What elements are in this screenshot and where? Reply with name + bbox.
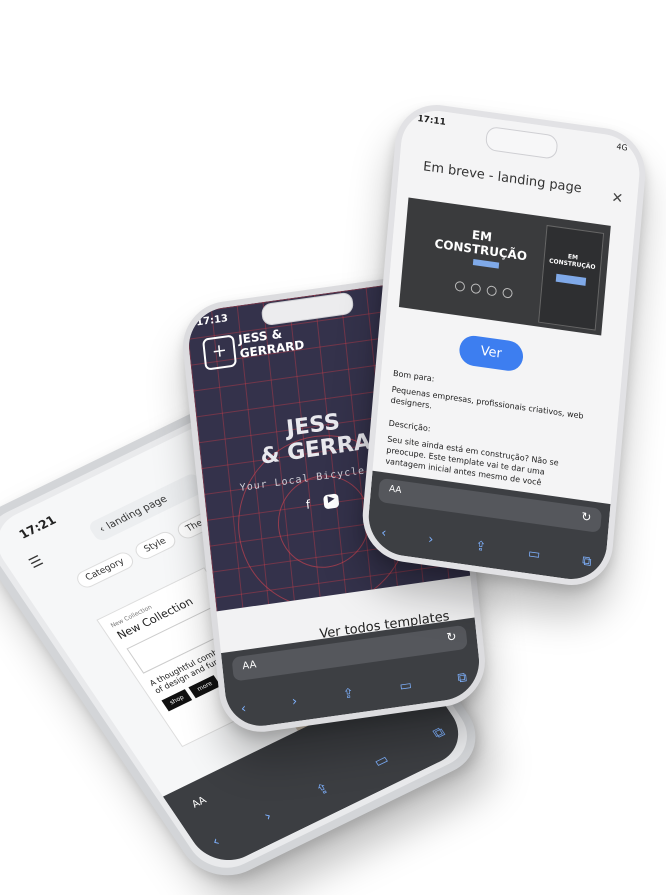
dynamic-island <box>484 125 559 160</box>
reload-icon[interactable]: ↻ <box>581 509 592 524</box>
phone-front: 17:11 4G Em breve - landing page ✕ EM CO… <box>359 99 649 591</box>
reader-aa-button[interactable]: AA <box>190 795 209 810</box>
forward-icon[interactable]: › <box>261 809 275 825</box>
preview-social-icon <box>470 282 482 295</box>
bookmarks-icon[interactable]: ▭ <box>371 752 392 771</box>
view-button[interactable]: Ver <box>458 333 525 373</box>
card-shop-button[interactable]: shop <box>161 689 193 712</box>
preview-social-dots <box>454 280 513 299</box>
preview-heading: EM CONSTRUÇÃO <box>434 224 529 264</box>
status-time: 17:11 <box>416 114 447 129</box>
chip-category[interactable]: Category <box>73 549 137 591</box>
hamburger-menu-icon[interactable]: ☰ <box>26 553 46 572</box>
tabs-icon[interactable]: ⧉ <box>430 724 448 742</box>
back-icon[interactable]: ‹ <box>380 525 386 541</box>
phone-front-screen: 17:11 4G Em breve - landing page ✕ EM CO… <box>365 106 643 584</box>
back-icon[interactable]: ‹ <box>209 834 223 850</box>
preview-mobile-button <box>555 274 587 287</box>
facebook-icon[interactable]: f <box>305 497 311 512</box>
preview-mobile-mockup: EM CONSTRUÇÃO <box>538 224 605 331</box>
share-icon[interactable]: ⇪ <box>342 686 354 702</box>
reader-aa-button[interactable]: AA <box>242 659 257 672</box>
reload-icon[interactable]: ↻ <box>446 629 457 644</box>
close-icon[interactable]: ✕ <box>611 190 624 208</box>
search-query: landing page <box>104 493 170 532</box>
bookmarks-icon[interactable]: ▭ <box>527 546 541 563</box>
status-time: 17:21 <box>16 513 59 542</box>
forward-icon[interactable]: › <box>428 532 434 548</box>
description-label: Descrição: <box>388 418 431 434</box>
forward-icon[interactable]: › <box>291 694 298 710</box>
brand-logo-icon: + <box>202 334 238 371</box>
share-icon[interactable]: ⇪ <box>475 539 487 555</box>
stage: 17:21 4G ☰ ‹ landing page Category Style… <box>0 0 666 895</box>
youtube-icon[interactable]: ▶ <box>323 493 340 510</box>
back-icon[interactable]: ‹ <box>240 701 247 717</box>
tabs-icon[interactable]: ⧉ <box>581 554 592 570</box>
preview-social-icon <box>502 287 513 299</box>
preview-social-icon <box>454 280 466 293</box>
reader-aa-button[interactable]: AA <box>389 484 402 496</box>
chevron-left-icon: ‹ <box>97 523 107 535</box>
preview-button <box>472 259 500 269</box>
card-more-button[interactable]: more <box>189 675 222 699</box>
preview-mobile-heading: EM CONSTRUÇÃO <box>544 250 601 272</box>
good-for-label: Bom para: <box>392 368 435 384</box>
chip-style[interactable]: Style <box>132 529 179 562</box>
status-signal: 4G <box>616 142 629 153</box>
share-icon[interactable]: ⇪ <box>313 780 333 799</box>
preview-social-icon <box>486 285 498 297</box>
template-preview[interactable]: EM CONSTRUÇÃO EM CONSTRUÇÃO <box>398 197 611 336</box>
bookmarks-icon[interactable]: ▭ <box>399 678 413 695</box>
modal-title: Em breve - landing page <box>422 159 583 197</box>
toolbar-icons: ‹ › ⇪ ▭ ⧉ <box>209 724 448 850</box>
tabs-icon[interactable]: ⧉ <box>457 670 468 686</box>
